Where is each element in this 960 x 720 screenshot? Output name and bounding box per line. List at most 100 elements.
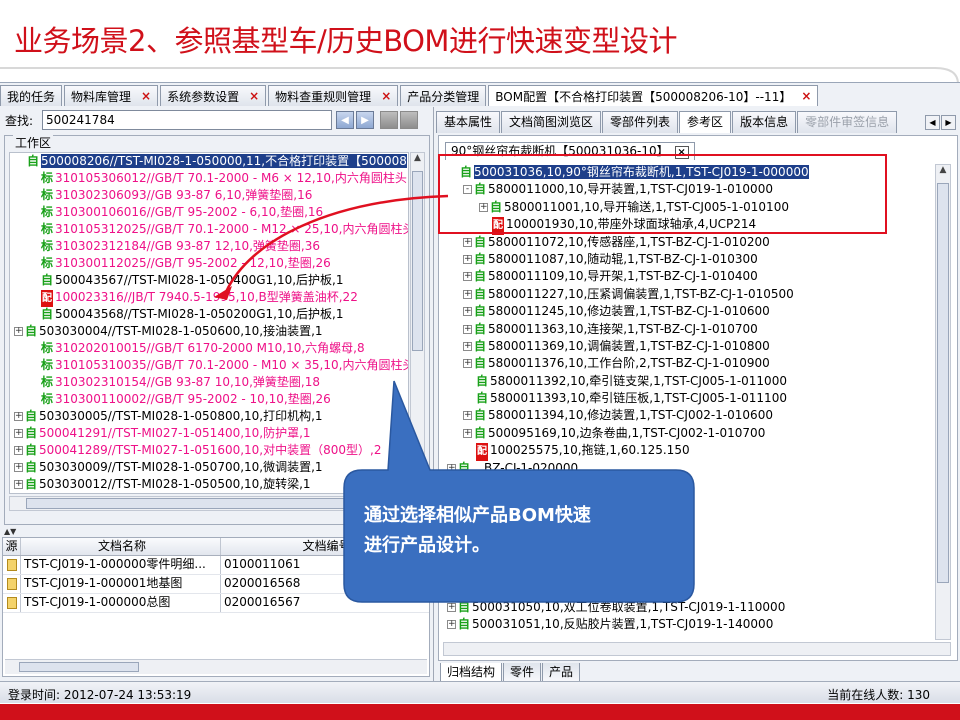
toolbar-button-2[interactable] bbox=[400, 111, 418, 129]
scroll-up-arrow-icon[interactable]: ▲ bbox=[936, 165, 950, 180]
tree-node[interactable]: + 自 …019-1-090000 bbox=[443, 581, 933, 598]
expand-icon[interactable]: + bbox=[463, 359, 472, 369]
tree-node[interactable]: + 自 500095169,10,边条卷曲,1,TST-CJ002-1-010700 bbox=[443, 425, 933, 442]
scroll-up-arrow-icon[interactable]: ▲ bbox=[411, 153, 424, 168]
tree-node[interactable]: + 自 …BZ-CJ-1-080000 bbox=[443, 564, 933, 581]
tree-node[interactable]: 自 500043567//TST-MI028-1-050400G1,10,后护板,… bbox=[10, 272, 408, 289]
workarea-tree[interactable]: 自 500008206//TST-MI028-1-050000,11,不合格打印装… bbox=[9, 152, 409, 494]
close-icon[interactable]: × bbox=[249, 89, 259, 103]
tree-node[interactable]: 标 310202010015//GB/T 6170-2000 M10,10,六角螺… bbox=[10, 340, 408, 357]
top-tab[interactable]: 产品分类管理 bbox=[400, 85, 487, 106]
top-tab[interactable]: 我的任务 bbox=[0, 85, 63, 106]
tree-node[interactable]: 标 310300110002//GB/T 95-2002 - 10,10,垫圈,2… bbox=[10, 391, 408, 408]
tree-node[interactable]: + 自 5800011394,10,修边装置,1,TST-CJ002-1-01060… bbox=[443, 407, 933, 424]
expand-icon[interactable]: + bbox=[14, 429, 23, 438]
close-icon[interactable]: × bbox=[381, 89, 391, 103]
tree-node[interactable]: + 自 …030000 bbox=[443, 477, 933, 494]
close-icon[interactable]: × bbox=[141, 89, 151, 103]
detail-tab[interactable]: 版本信息 bbox=[732, 111, 797, 133]
next-result-button[interactable]: ▶ bbox=[356, 111, 374, 129]
document-horizontal-scrollbar[interactable] bbox=[5, 659, 427, 674]
expand-icon[interactable]: + bbox=[463, 324, 472, 334]
tab-scroll-right-icon[interactable]: ▶ bbox=[941, 115, 956, 130]
tab-scroll-left-icon[interactable]: ◀ bbox=[925, 115, 940, 130]
bottom-tab[interactable]: 归档结构 bbox=[440, 663, 503, 683]
tree-node[interactable]: 标 310300112025//GB/T 95-2002 - 12,10,垫圈,2… bbox=[10, 255, 408, 272]
top-tab[interactable]: 物料查重规则管理 × bbox=[268, 85, 399, 106]
scroll-thumb[interactable] bbox=[937, 183, 949, 583]
tree-node[interactable]: 标 310105310035//GB/T 70.1-2000 - M10 × 35… bbox=[10, 357, 408, 374]
tree-node[interactable]: + 自 503030004//TST-MI028-1-050600,10,接油装置,… bbox=[10, 323, 408, 340]
table-row[interactable]: TST-CJ019-1-000000总图 0200016567 bbox=[3, 594, 429, 613]
tree-node[interactable]: + 自 500041289//TST-MI027-1-051600,10,对中装置（… bbox=[10, 442, 408, 459]
tree-node[interactable]: + 自 5800011245,10,修边装置,1,TST-BZ-CJ-1-01060… bbox=[443, 303, 933, 320]
tree-node[interactable]: + 自 …BZ-CJ-1-020000 bbox=[443, 460, 933, 477]
tree-node[interactable]: + 自 503030005//TST-MI028-1-050800,10,打印机构,… bbox=[10, 408, 408, 425]
expand-icon[interactable]: + bbox=[463, 307, 472, 317]
tree-node[interactable]: + 自 5800011072,10,传感器座,1,TST-BZ-CJ-1-01020… bbox=[443, 234, 933, 251]
tree-node[interactable]: + 自 500041291//TST-MI027-1-051400,10,防护罩,1 bbox=[10, 425, 408, 442]
tree-node[interactable]: + 自 5800011109,10,导开架,1,TST-BZ-CJ-1-010400 bbox=[443, 268, 933, 285]
tree-node[interactable]: + 自 503030012//TST-MI028-1-050500,10,旋转梁,1 bbox=[10, 476, 408, 493]
tree-node[interactable]: 配 100023316//JB/T 7940.5-1995,10,B型弹簧盖油杯,… bbox=[10, 289, 408, 307]
tree-node[interactable]: + 自 503030009//TST-MI028-1-050700,10,微调装置,… bbox=[10, 459, 408, 476]
tree-node[interactable]: 自 500043568//TST-MI028-1-050200G1,10,后护板,… bbox=[10, 306, 408, 323]
reference-horizontal-scrollbar[interactable] bbox=[443, 642, 951, 656]
tree-node[interactable]: + 自 5800011087,10,随动辊,1,TST-BZ-CJ-1-010300 bbox=[443, 251, 933, 268]
tree-node[interactable]: 标 310300106016//GB/T 95-2002 - 6,10,垫圈,16 bbox=[10, 204, 408, 221]
tree-node[interactable]: + 自 500031051,10,反贴胶片装置,1,TST-CJ019-1-1400… bbox=[443, 616, 933, 633]
scroll-thumb[interactable] bbox=[412, 171, 423, 351]
expand-icon[interactable]: + bbox=[463, 428, 472, 438]
detail-tab[interactable]: 文档简图浏览区 bbox=[501, 111, 602, 133]
tree-node[interactable]: + 自 500031050,10,双工位卷取装置,1,TST-CJ019-1-110… bbox=[443, 599, 933, 616]
expand-icon[interactable]: + bbox=[14, 446, 23, 455]
search-input[interactable] bbox=[42, 110, 332, 130]
expand-icon[interactable]: + bbox=[447, 481, 456, 491]
bottom-tab[interactable]: 零件 bbox=[503, 663, 542, 683]
close-icon[interactable]: × bbox=[801, 89, 811, 103]
expand-icon[interactable]: + bbox=[447, 567, 456, 577]
tree-node[interactable]: 配 100025575,10,拖链,1,60.125.150 bbox=[443, 442, 933, 461]
expand-icon[interactable]: + bbox=[463, 272, 472, 282]
expand-icon[interactable]: + bbox=[447, 602, 456, 612]
detail-tab[interactable]: 基本属性 bbox=[436, 111, 501, 133]
tree-node[interactable]: 标 310105306012//GB/T 70.1-2000 - M6 × 12,… bbox=[10, 170, 408, 187]
expand-icon[interactable]: + bbox=[463, 289, 472, 299]
scroll-thumb[interactable] bbox=[26, 498, 416, 509]
tree-node[interactable]: + 自 5800011369,10,调偏装置,1,TST-BZ-CJ-1-01080… bbox=[443, 338, 933, 355]
detail-tab[interactable]: 零部件审签信息 bbox=[797, 111, 898, 133]
expand-icon[interactable]: + bbox=[463, 237, 472, 247]
expand-icon[interactable]: + bbox=[447, 585, 456, 595]
expand-icon[interactable]: + bbox=[14, 463, 23, 472]
column-header-source[interactable]: 源 bbox=[3, 538, 21, 555]
top-tab[interactable]: 系统参数设置 × bbox=[160, 85, 267, 106]
tree-node[interactable]: + 自 5800011376,10,工作台阶,2,TST-BZ-CJ-1-01090… bbox=[443, 355, 933, 372]
tree-node[interactable]: 自 5800011393,10,牵引链压板,1,TST-CJ005-1-01110… bbox=[443, 390, 933, 407]
detail-tab[interactable]: 零部件列表 bbox=[602, 111, 679, 133]
top-tab[interactable]: BOM配置【不合格打印装置【500008206-10】--11】 × bbox=[488, 85, 819, 106]
tree-node[interactable]: 自 5800011392,10,牵引链支架,1,TST-CJ005-1-01100… bbox=[443, 373, 933, 390]
scroll-thumb[interactable] bbox=[19, 662, 139, 672]
tree-node[interactable]: + 自 5800011363,10,连接架,1,TST-BZ-CJ-1-010700 bbox=[443, 321, 933, 338]
top-tab[interactable]: 物料库管理 × bbox=[64, 85, 159, 106]
tree-node[interactable]: 标 310302306093//GB 93-87 6,10,弹簧垫圈,16 bbox=[10, 187, 408, 204]
expand-icon[interactable]: + bbox=[14, 412, 23, 421]
reference-vertical-scrollbar[interactable]: ▲ bbox=[935, 164, 951, 640]
expand-icon[interactable]: + bbox=[463, 341, 472, 351]
bottom-tab[interactable]: 产品 bbox=[542, 663, 581, 683]
detail-tab[interactable]: 参考区 bbox=[679, 111, 732, 133]
toolbar-button-1[interactable] bbox=[380, 111, 398, 129]
expand-icon[interactable]: + bbox=[14, 480, 23, 489]
expand-icon[interactable]: + bbox=[463, 254, 472, 264]
reference-bom-tree[interactable]: 自 500031036,10,90°钢丝帘布裁断机,1,TST-CJ019-1-0… bbox=[443, 164, 933, 640]
tree-node[interactable]: 标 310302312184//GB 93-87 12,10,弹簧垫圈,36 bbox=[10, 238, 408, 255]
expand-icon[interactable]: + bbox=[447, 620, 456, 630]
table-row[interactable]: TST-CJ019-1-000001地基图 0200016568 bbox=[3, 575, 429, 594]
expand-icon[interactable]: + bbox=[14, 327, 23, 336]
tree-node[interactable]: 标 310302310154//GB 93-87 10,10,弹簧垫圈,18 bbox=[10, 374, 408, 391]
tree-node[interactable]: + 自 5800011227,10,压紧调偏装置,1,TST-BZ-CJ-1-010… bbox=[443, 286, 933, 303]
workarea-horizontal-scrollbar[interactable] bbox=[9, 496, 425, 511]
tree-node[interactable]: 标 310105312025//GB/T 70.1-2000 - M12 × 25… bbox=[10, 221, 408, 238]
expand-icon[interactable]: + bbox=[447, 463, 456, 473]
workarea-vertical-scrollbar[interactable]: ▲ bbox=[410, 152, 425, 494]
